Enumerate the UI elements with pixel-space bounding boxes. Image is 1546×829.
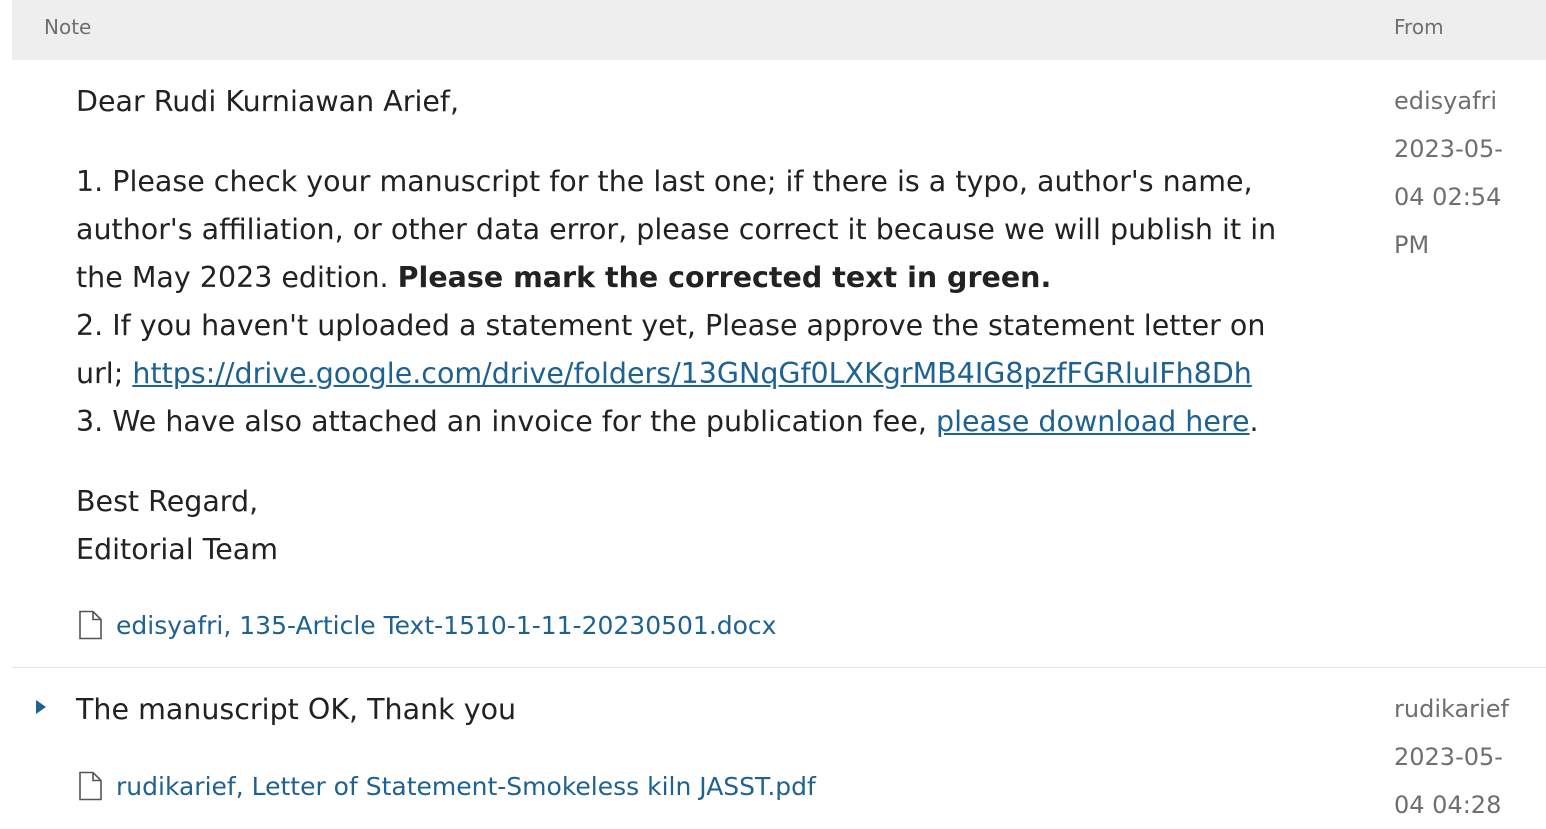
signoff-line-1: Best Regard,	[76, 485, 259, 518]
from-username: rudikarief	[1394, 695, 1509, 723]
attachment-link-pdf[interactable]: rudikarief, Letter of Statement-Smokeles…	[76, 771, 816, 801]
note-item-3-prefix: 3. We have also attached an invoice for …	[76, 405, 936, 438]
note-item-1-line-c: the May 2023 edition. Please mark the co…	[76, 254, 1352, 302]
file-icon	[76, 771, 104, 801]
statement-drive-link[interactable]: https://drive.google.com/drive/folders/1…	[132, 357, 1251, 390]
notes-table: Note From Dear Rudi Kurniawan Arief, 1. …	[12, 0, 1546, 819]
column-header-from[interactable]: From	[1394, 15, 1444, 39]
attachment-filename: rudikarief, Letter of Statement-Smokeles…	[116, 771, 816, 801]
note-row: The manuscript OK, Thank you rudikarief,…	[12, 667, 1546, 819]
note-item-1-line-a: 1. Please check your manuscript for the …	[76, 165, 1253, 198]
note-item-3-suffix: .	[1249, 405, 1259, 438]
note-from: edisyafri 2023-05- 04 02:54 PM	[1394, 77, 1534, 269]
note-from: rudikarief 2023-05- 04 04:28	[1394, 685, 1534, 829]
attachment-link-docx[interactable]: edisyafri, 135-Article Text-1510-1-11-20…	[76, 610, 776, 640]
signoff-line-2: Editorial Team	[76, 533, 279, 566]
attachment-filename: edisyafri, 135-Article Text-1510-1-11-20…	[116, 610, 777, 640]
note-item-3: 3. We have also attached an invoice for …	[76, 398, 1352, 446]
note-item-1-text: the May 2023 edition.	[76, 261, 398, 294]
table-header: Note From	[12, 0, 1546, 60]
from-date-line-3: PM	[1394, 231, 1430, 259]
column-header-note[interactable]: Note	[44, 15, 91, 39]
note-item-2-prefix: url;	[76, 357, 133, 390]
caret-right-icon[interactable]	[34, 698, 48, 716]
from-date-line-2: 04 02:54	[1394, 183, 1502, 211]
from-date-line-1: 2023-05-	[1394, 743, 1503, 771]
invoice-download-link[interactable]: please download here	[936, 405, 1250, 438]
note-item-2-line-a: 2. If you haven't uploaded a statement y…	[76, 309, 1266, 342]
from-date-line-1: 2023-05-	[1394, 135, 1503, 163]
note-item-1-line-b: author's affiliation, or other data erro…	[76, 213, 1277, 246]
note-content: The manuscript OK, Thank you	[76, 693, 517, 726]
note-signoff: Best Regard, Editorial Team	[76, 478, 278, 574]
note-greeting: Dear Rudi Kurniawan Arief,	[76, 85, 460, 118]
note-item-2-line-b: url; https://drive.google.com/drive/fold…	[76, 350, 1352, 398]
from-date-line-2: 04 04:28	[1394, 791, 1502, 819]
note-row: Dear Rudi Kurniawan Arief, 1. Please che…	[12, 60, 1546, 666]
from-username: edisyafri	[1394, 87, 1498, 115]
note-items: 1. Please check your manuscript for the …	[76, 158, 1352, 446]
note-item-1-bold: Please mark the corrected text in green.	[397, 261, 1052, 294]
file-icon	[76, 610, 104, 640]
